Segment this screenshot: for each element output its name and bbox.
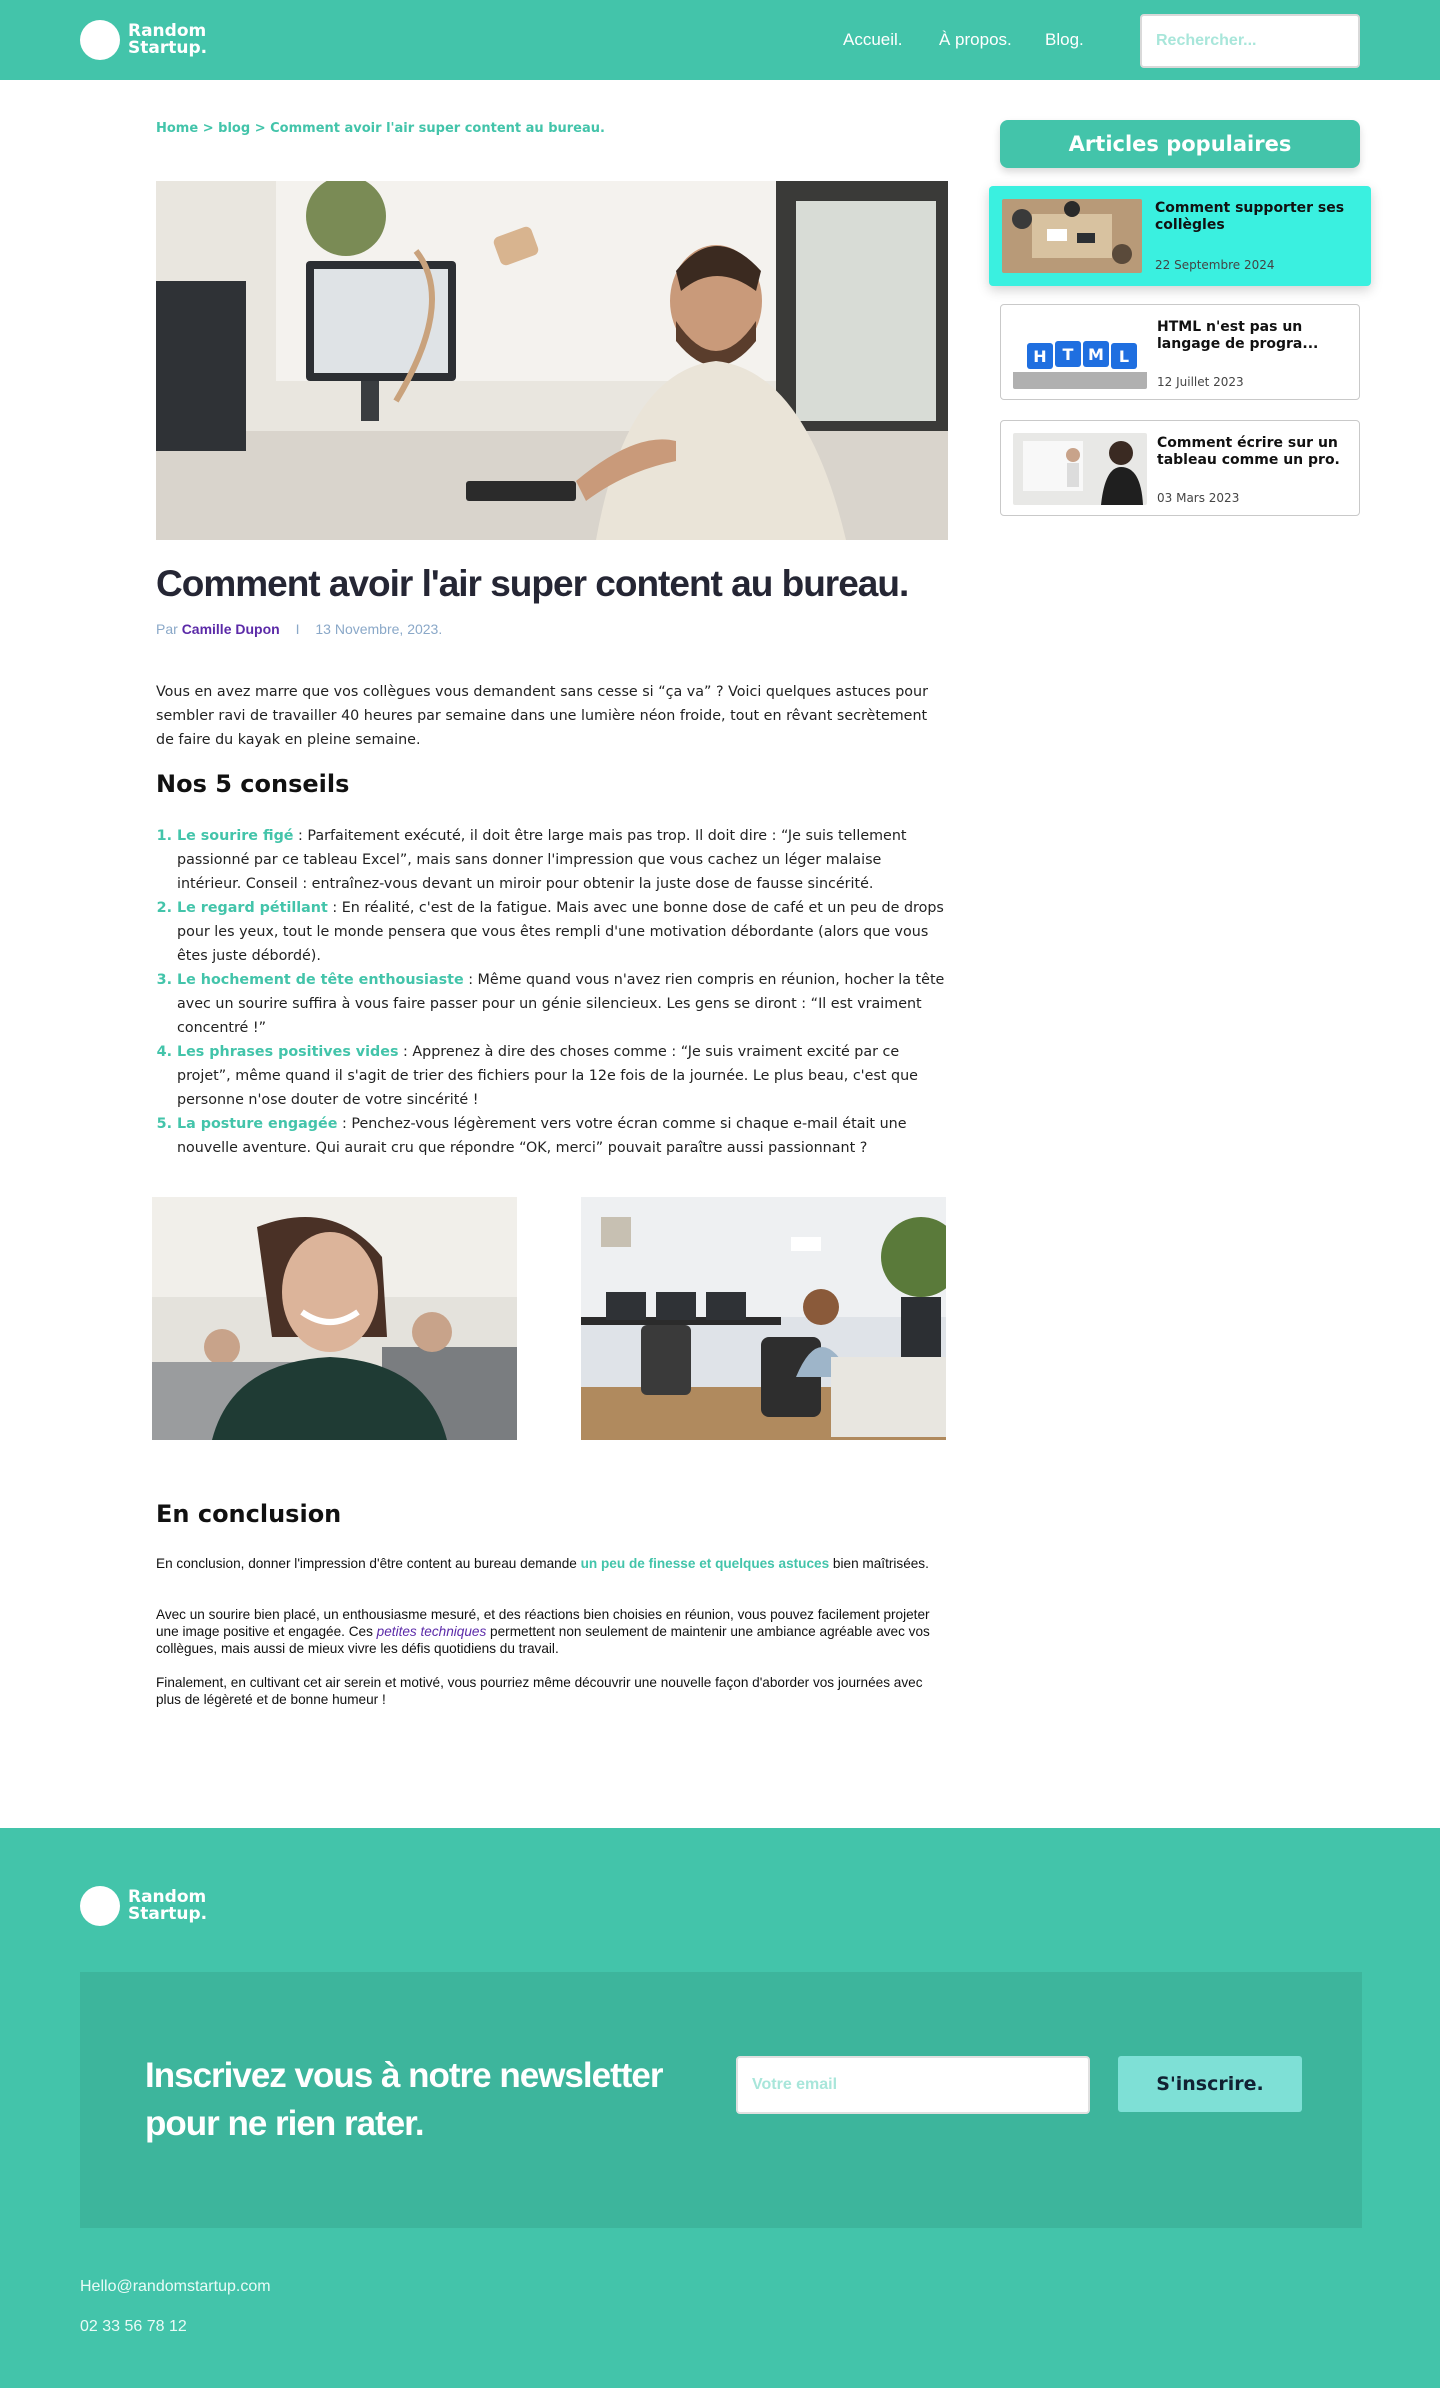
breadcrumb-sep: > xyxy=(202,121,214,136)
nav-blog[interactable]: Blog. xyxy=(1045,30,1084,50)
conclusion-paragraph-2: Avec un sourire bien placé, un enthousia… xyxy=(156,1606,951,1657)
newsletter-title: Inscrivez vous à notre newsletter pour n… xyxy=(145,2056,663,2143)
tip-item: Le sourire figé : Parfaitement exécuté, … xyxy=(177,824,948,896)
popular-article-card[interactable]: Comment supporter ses collègles 22 Septe… xyxy=(989,186,1371,286)
tip-name: La posture engagée xyxy=(177,1116,338,1132)
concl-text: bien maîtrisées. xyxy=(829,1556,929,1571)
card-date: 12 Juillet 2023 xyxy=(1157,375,1244,389)
article-intro: Vous en avez marre que vos collègues vou… xyxy=(156,684,928,748)
breadcrumb-home[interactable]: Home xyxy=(156,121,198,136)
contact-phone[interactable]: 02 33 56 78 12 xyxy=(80,2318,187,2336)
contact-email[interactable]: Hello@randomstartup.com xyxy=(80,2278,271,2296)
tip-name: Le sourire figé xyxy=(177,828,294,844)
meta-separator: I xyxy=(295,621,300,637)
tip-item: Le hochement de tête enthousiaste : Même… xyxy=(177,968,948,1040)
tip-item: Le regard pétillant : En réalité, c'est … xyxy=(177,896,948,968)
subscribe-button[interactable]: S'inscrire. xyxy=(1118,2056,1302,2112)
search-box[interactable] xyxy=(1140,14,1360,68)
article-date: 13 Novembre, 2023. xyxy=(315,621,443,637)
popular-article-card[interactable]: H T M L HTML n'est pas un langage de pro… xyxy=(1000,304,1360,400)
tips-list: Le sourire figé : Parfaitement exécuté, … xyxy=(156,824,948,1160)
tip-item: Les phrases positives vides : Apprenez à… xyxy=(177,1040,948,1112)
logo-line2: Startup. xyxy=(128,38,208,58)
tip-name: Le regard pétillant xyxy=(177,900,328,916)
newsletter-box: Inscrivez vous à notre newsletter pour n… xyxy=(80,1972,1362,2228)
concl-link-techniques[interactable]: petites techniques xyxy=(377,1624,487,1639)
breadcrumb-current: Comment avoir l'air super content au bur… xyxy=(270,121,605,136)
conclusion-paragraph-1: En conclusion, donner l'impression d'êtr… xyxy=(156,1555,951,1572)
breadcrumb: Home > blog > Comment avoir l'air super … xyxy=(156,121,605,136)
html-cube-l: L xyxy=(1119,347,1129,366)
conclusion-paragraph-3: Finalement, en cultivant cet air serein … xyxy=(156,1675,923,1707)
popular-article-card[interactable]: Comment écrire sur un tableau comme un p… xyxy=(1000,420,1360,516)
search-input[interactable] xyxy=(1142,16,1358,66)
hero-image xyxy=(156,181,948,540)
card-title: HTML n'est pas un langage de progra... xyxy=(1157,319,1319,352)
nav-accueil[interactable]: Accueil. xyxy=(843,30,903,50)
newsletter-email-box[interactable] xyxy=(736,2056,1090,2114)
html-cube-t: T xyxy=(1063,345,1074,364)
html-cube-m: M xyxy=(1088,345,1104,364)
article-thumbnail: H T M L xyxy=(1013,317,1147,389)
article-meta: Par Camille Dupon I 13 Novembre, 2023. xyxy=(156,621,442,637)
conclusion-heading: En conclusion xyxy=(156,1500,342,1528)
concl-text: En conclusion, donner l'impression d'êtr… xyxy=(156,1556,581,1571)
card-title: Comment supporter ses collègles xyxy=(1155,200,1345,233)
logo-line2: Startup. xyxy=(128,1904,208,1924)
card-title: Comment écrire sur un tableau comme un p… xyxy=(1157,435,1340,468)
card-date: 22 Septembre 2024 xyxy=(1155,258,1275,272)
article-thumbnail xyxy=(1002,199,1142,273)
tip-name: Le hochement de tête enthousiaste xyxy=(177,972,464,988)
logo-circle-icon xyxy=(80,1886,120,1926)
tip-item: La posture engagée : Penchez-vous légère… xyxy=(177,1112,948,1160)
html-cube-h: H xyxy=(1033,347,1046,366)
article-author[interactable]: Camille Dupon xyxy=(182,621,280,637)
meta-by: Par xyxy=(156,621,178,637)
article-title: Comment avoir l'air super content au bur… xyxy=(156,563,909,604)
breadcrumb-blog[interactable]: blog xyxy=(218,121,250,136)
card-date: 03 Mars 2023 xyxy=(1157,491,1240,505)
concl-link-astuces[interactable]: un peu de finesse et quelques astuces xyxy=(581,1556,830,1571)
logo-circle-icon xyxy=(80,20,120,60)
popular-articles-title: Articles populaires xyxy=(1000,120,1360,168)
site-header: Random Startup. Accueil. À propos. Blog. xyxy=(0,0,1440,80)
breadcrumb-sep: > xyxy=(254,121,266,136)
footer-logo[interactable]: Random Startup. xyxy=(80,1886,207,1926)
newsletter-email-input[interactable] xyxy=(738,2058,1088,2112)
woman-smiling-photo xyxy=(152,1197,517,1440)
site-footer: Random Startup. Inscrivez vous à notre n… xyxy=(0,1828,1440,2388)
tip-name: Les phrases positives vides xyxy=(177,1044,399,1060)
site-logo[interactable]: Random Startup. xyxy=(80,20,207,60)
article-thumbnail xyxy=(1013,433,1147,505)
open-office-photo xyxy=(581,1197,946,1440)
tips-heading: Nos 5 conseils xyxy=(156,770,350,798)
nav-a-propos[interactable]: À propos. xyxy=(939,30,1012,50)
